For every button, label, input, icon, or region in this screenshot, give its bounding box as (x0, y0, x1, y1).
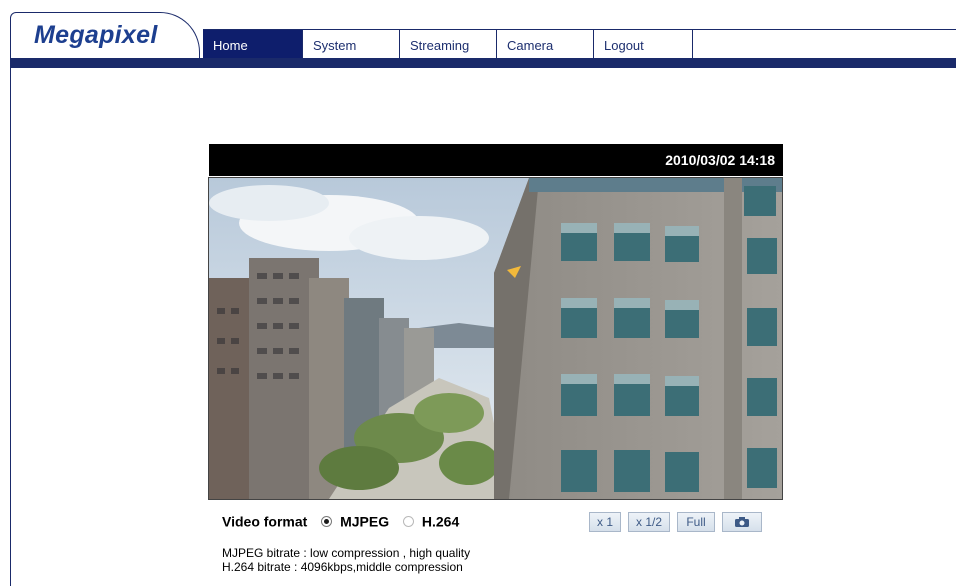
camera-icon (734, 515, 750, 529)
fullscreen-button[interactable]: Full (677, 512, 715, 532)
h264-radio[interactable] (403, 515, 414, 527)
nav-home[interactable]: Home (203, 30, 303, 59)
main-nav: Home System Streaming Camera Logout (203, 29, 956, 59)
left-border (10, 60, 11, 586)
video-format-row: Video format MJPEG H.264 (222, 512, 459, 534)
timestamp: 2010/03/02 14:18 (665, 152, 775, 168)
timestamp-bar: 2010/03/02 14:18 (209, 144, 783, 176)
nav-streaming[interactable]: Streaming (400, 30, 497, 59)
video-format-label: Video format (222, 513, 308, 530)
video-image (209, 178, 782, 499)
live-video[interactable] (208, 177, 783, 500)
mjpeg-label[interactable]: MJPEG (340, 513, 389, 529)
zoom-half-button[interactable]: x 1/2 (628, 512, 670, 532)
nav-system[interactable]: System (303, 30, 400, 59)
h264-bitrate-info: H.264 bitrate : 4096kbps,middle compress… (222, 560, 463, 574)
mjpeg-radio[interactable] (321, 515, 333, 527)
snapshot-button[interactable] (722, 512, 762, 532)
header-divider (10, 58, 956, 68)
header: Megapixel Home System Streaming Camera L… (0, 0, 956, 72)
zoom-x1-button[interactable]: x 1 (589, 512, 621, 532)
nav-camera[interactable]: Camera (497, 30, 594, 59)
mjpeg-bitrate-info: MJPEG bitrate : low compression , high q… (222, 546, 471, 560)
nav-logout[interactable]: Logout (594, 30, 693, 59)
brand-logo: Megapixel (34, 21, 158, 49)
h264-label[interactable]: H.264 (422, 513, 459, 529)
bitrate-info: MJPEG bitrate : low compression , high q… (222, 546, 470, 574)
